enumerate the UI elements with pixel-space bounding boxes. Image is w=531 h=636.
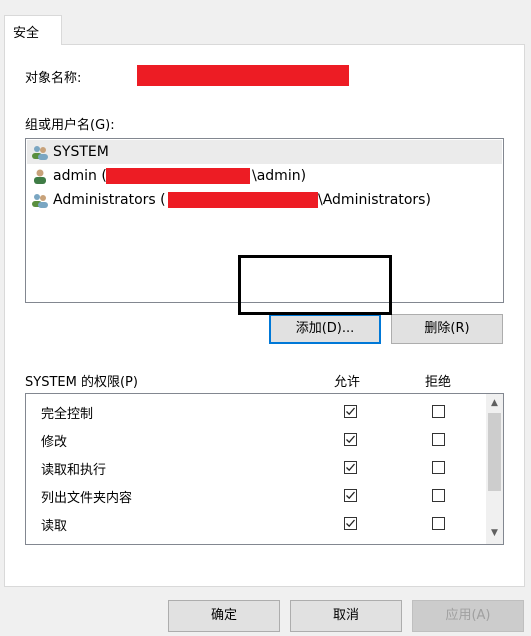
ok-button[interactable]: 确定 xyxy=(168,600,280,632)
deny-header: 拒绝 xyxy=(425,375,452,390)
allow-checkbox[interactable] xyxy=(344,405,357,418)
highlight-box xyxy=(238,255,392,315)
deny-checkbox[interactable] xyxy=(432,405,445,418)
allow-checkbox[interactable] xyxy=(344,517,357,530)
remove-button[interactable]: 删除(R) xyxy=(391,314,503,344)
apply-button[interactable]: 应用(A) xyxy=(412,600,524,632)
group-users-icon xyxy=(31,144,49,160)
permission-row: 完全控制 xyxy=(26,397,486,425)
user-domain-redaction xyxy=(106,168,250,184)
allow-header: 允许 xyxy=(334,375,361,390)
list-item-admin[interactable]: admin ( \admin) xyxy=(27,164,502,188)
add-button[interactable]: 添加(D)... xyxy=(269,314,381,344)
security-panel: 对象名称: 组或用户名(G): SYSTEM admin ( \admin) A… xyxy=(4,44,525,587)
tab-security[interactable]: 安全 xyxy=(4,15,62,45)
scroll-thumb[interactable] xyxy=(488,413,501,491)
list-item-suffix: \admin) xyxy=(252,168,307,184)
list-item-label: SYSTEM xyxy=(53,144,109,160)
permission-row: 列出文件夹内容 xyxy=(26,481,486,509)
scroll-down-icon[interactable]: ▼ xyxy=(489,528,500,539)
list-item-label: admin ( xyxy=(53,168,107,184)
list-item-label: Administrators ( xyxy=(53,192,166,208)
permission-name: 读取和执行 xyxy=(41,463,107,478)
permissions-list[interactable]: 完全控制修改读取和执行列出文件夹内容 读取 ▲ ▼ xyxy=(25,393,504,545)
admin-group-redaction xyxy=(168,192,318,208)
list-item-system[interactable]: SYSTEM xyxy=(27,140,502,164)
permission-row: 读取和执行 xyxy=(26,453,486,481)
object-name-redaction xyxy=(137,65,349,86)
deny-checkbox[interactable] xyxy=(432,489,445,502)
list-item-suffix: \Administrators) xyxy=(318,192,431,208)
permission-row: 读取 xyxy=(26,509,486,537)
permissions-scrollbar[interactable]: ▲ ▼ xyxy=(486,394,503,544)
permission-row-partial xyxy=(26,537,486,544)
groups-label: 组或用户名(G): xyxy=(25,118,115,133)
group-users-icon xyxy=(31,192,49,208)
permission-name: 完全控制 xyxy=(41,407,94,422)
permissions-label: SYSTEM 的权限(P) xyxy=(25,375,138,390)
deny-checkbox[interactable] xyxy=(432,461,445,474)
list-item-administrators[interactable]: Administrators ( \Administrators) xyxy=(27,188,502,212)
allow-checkbox[interactable] xyxy=(344,461,357,474)
user-icon xyxy=(31,168,49,184)
allow-checkbox[interactable] xyxy=(344,489,357,502)
permission-name: 读取 xyxy=(41,519,68,534)
deny-checkbox[interactable] xyxy=(432,517,445,530)
permission-name: 修改 xyxy=(41,435,68,450)
cancel-button[interactable]: 取消 xyxy=(290,600,402,632)
deny-checkbox[interactable] xyxy=(432,433,445,446)
scroll-up-icon[interactable]: ▲ xyxy=(489,398,500,409)
permission-row: 修改 xyxy=(26,425,486,453)
allow-checkbox[interactable] xyxy=(344,433,357,446)
permission-name: 列出文件夹内容 xyxy=(41,491,133,506)
object-name-label: 对象名称: xyxy=(25,71,82,86)
